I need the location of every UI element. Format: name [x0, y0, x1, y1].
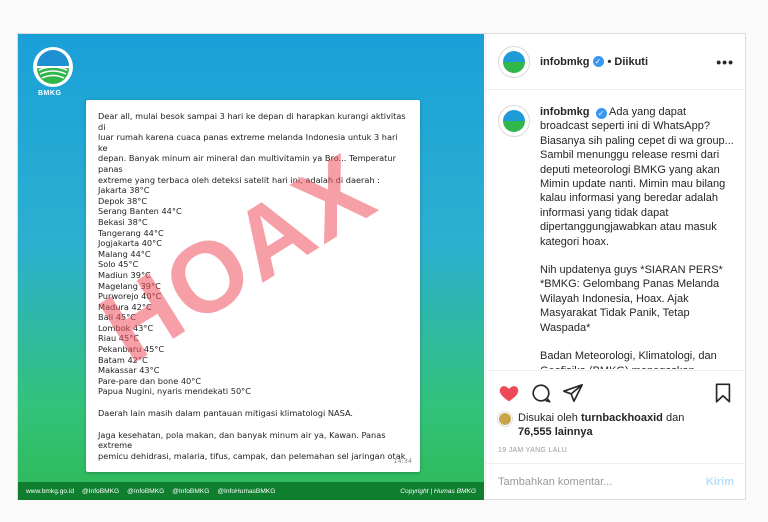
card-line: Dear all, mulai besok sampai 3 hari ke d… [98, 111, 406, 132]
avatar[interactable] [498, 105, 530, 137]
send-comment-button[interactable]: Kirim [706, 476, 734, 488]
caption-body: infobmkg ✓ Ada yang dapat broadcast sepe… [540, 105, 734, 369]
whatsapp-message-card: Dear all, mulai besok sampai 3 hari ke d… [86, 100, 420, 472]
card-line: Magelang 39°C [98, 280, 161, 291]
card-line: pemicu dehidrasi, malaria, tifus, campak… [98, 450, 406, 461]
bmkg-logo-icon [33, 47, 73, 87]
bmkg-avatar-icon [503, 50, 525, 73]
post-timestamp[interactable]: 19 JAM YANG LALU [498, 447, 734, 454]
copyright-text: Copyright | Humas BMKG [400, 487, 476, 495]
card-line: Tangerang 44°C [98, 227, 164, 238]
card-line: Lombok 43°C [98, 322, 154, 333]
liker-avatar[interactable] [498, 412, 512, 426]
likes-summary: Disukai oleh turnbackhoaxid dan 76,555 l… [498, 411, 734, 439]
card-line: Purworejo 40°C [98, 291, 162, 302]
card-line: Jakarta 38°C [98, 185, 150, 196]
card-line: Jogjakarta 40°C [98, 238, 162, 249]
card-line: Solo 45°C [98, 259, 139, 270]
avatar[interactable] [498, 45, 530, 78]
twitter-handle-humas: @InfoHumasBMKG [217, 487, 276, 495]
card-line: Bali 45°C [98, 312, 137, 323]
card-line: Jaga kesehatan, pola makan, dan banyak m… [98, 429, 386, 451]
bookmark-icon[interactable] [712, 382, 734, 404]
post-actions: Disukai oleh turnbackhoaxid dan 76,555 l… [486, 370, 746, 454]
verified-badge-icon: ✓ [595, 108, 607, 119]
twitter-handle: @InfoBMKG [172, 487, 210, 495]
caption-username[interactable]: infobmkg [540, 106, 590, 118]
card-line: Pare-pare dan bone 40°C [98, 375, 202, 386]
comment-input[interactable] [498, 476, 706, 488]
facebook-handle: @InfoBMKG [82, 487, 120, 495]
card-line: Serang Banten 44°C [98, 206, 182, 217]
instagram-post: BMKG Dear all, mulai besok sampai 3 hari… [17, 33, 746, 500]
comment-form: Kirim [486, 463, 746, 500]
post-image[interactable]: BMKG Dear all, mulai besok sampai 3 hari… [18, 34, 484, 500]
card-line: Papua Nugini, nyaris mendekati 50°C [98, 386, 251, 397]
action-icons [498, 379, 734, 407]
image-footer-bar: www.bmkg.go.id @InfoBMKG @InfoBMKG @Info… [18, 482, 484, 500]
likes-mid: dan [665, 412, 685, 424]
website-text: www.bmkg.go.id [26, 487, 75, 495]
caption-comment: infobmkg ✓ Ada yang dapat broadcast sepe… [498, 105, 734, 369]
header-username[interactable]: infobmkg [540, 56, 590, 68]
card-line: Malang 44°C [98, 248, 151, 259]
card-line: extreme yang terbaca oleh deteksi sateli… [98, 174, 380, 185]
caption-text: Badan Meteorologi, Klimatologi, dan Geof… [540, 350, 717, 369]
bmkg-avatar-icon [503, 110, 525, 132]
instagram-handle: @InfoBMKG [127, 487, 165, 495]
verified-badge-icon: ✓ [592, 56, 604, 67]
card-line: Batam 42°C [98, 354, 148, 365]
card-line: Makassar 43°C [98, 365, 160, 376]
card-line: Madura 42°C [98, 301, 152, 312]
message-body: Dear all, mulai besok sampai 3 hari ke d… [98, 111, 408, 461]
caption-area: infobmkg ✓ Ada yang dapat broadcast sepe… [486, 91, 746, 369]
post-side-panel: infobmkg ✓ • Diikuti ••• infobmkg ✓ Ada … [485, 34, 746, 500]
likes-count[interactable]: 76,555 lainnya [518, 426, 593, 438]
caption-text: Ada yang dapat broadcast seperti ini di … [540, 106, 734, 248]
caption-text: Nih updatenya guys *SIARAN PERS* *BMKG: … [540, 264, 723, 334]
card-line: Depok 38°C [98, 195, 148, 206]
heart-icon[interactable] [498, 382, 520, 404]
likes-prefix: Disukai oleh [518, 412, 578, 424]
card-line: depan. Banyak minum air mineral dan mult… [98, 153, 396, 174]
message-time: 14:34 [393, 457, 412, 466]
comment-icon[interactable] [530, 382, 552, 404]
likes-text[interactable]: Disukai oleh turnbackhoaxid dan 76,555 l… [518, 411, 684, 439]
card-line: Riau 45°C [98, 333, 140, 344]
follow-status[interactable]: • Diikuti [608, 56, 649, 68]
liker-username[interactable]: turnbackhoaxid [581, 412, 663, 424]
card-line: luar rumah karena cuaca panas extreme me… [98, 132, 398, 153]
share-icon[interactable] [562, 382, 584, 404]
card-line: Pekanbaru 45°C [98, 344, 165, 355]
card-paragraph: Daerah lain masih dalam pantauan mitigas… [98, 408, 354, 419]
card-line: Bekasi 38°C [98, 216, 148, 227]
more-options-icon[interactable]: ••• [716, 54, 734, 70]
bmkg-logo-text: BMKG [38, 90, 62, 97]
post-header: infobmkg ✓ • Diikuti ••• [486, 34, 746, 90]
card-line: Madiun 39°C [98, 269, 151, 280]
